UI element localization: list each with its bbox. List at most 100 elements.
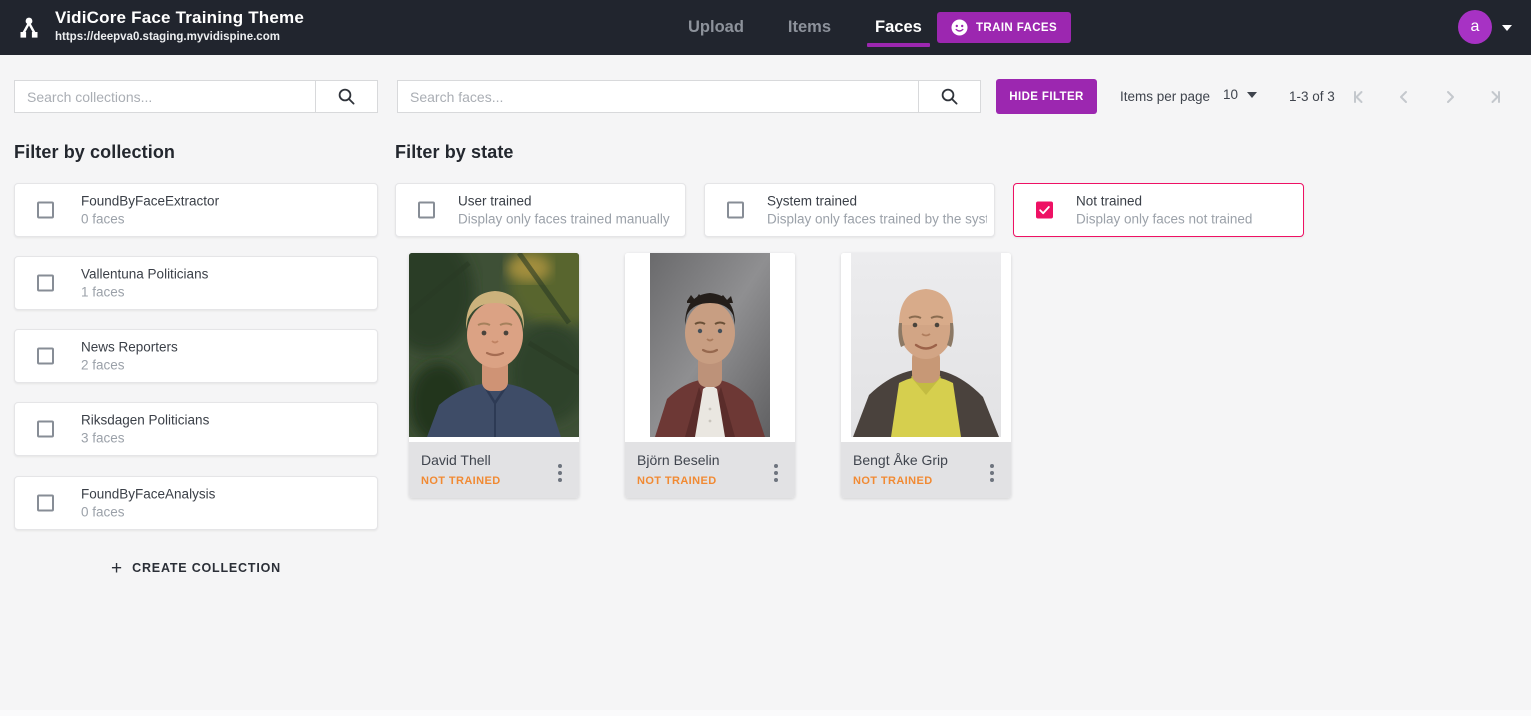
face-menu-kebab-icon[interactable] xyxy=(549,460,571,486)
face-card[interactable]: Bengt Åke Grip NOT TRAINED xyxy=(841,253,1011,498)
nav-tab-items[interactable]: Items xyxy=(784,2,835,53)
face-card[interactable]: Björn Beselin NOT TRAINED xyxy=(625,253,795,498)
face-card-footer: Bengt Åke Grip NOT TRAINED xyxy=(841,442,1011,498)
previous-page-button[interactable] xyxy=(1394,87,1414,107)
search-collections-input[interactable] xyxy=(15,81,315,112)
state-desc: Display only faces not trained xyxy=(1076,212,1252,227)
collection-name: Riksdagen Politicians xyxy=(81,413,209,428)
state-checkbox[interactable] xyxy=(727,202,744,219)
collection-count: 0 faces xyxy=(81,505,215,520)
state-text: Not trained Display only faces not train… xyxy=(1076,194,1252,227)
active-tab-underline xyxy=(867,43,930,47)
face-name: David Thell xyxy=(421,452,567,468)
face-card[interactable]: David Thell NOT TRAINED xyxy=(409,253,579,498)
checkmark-icon xyxy=(1038,204,1051,217)
app-header: VidiCore Face Training Theme https://dee… xyxy=(0,0,1531,55)
collection-name: FoundByFaceExtractor xyxy=(81,194,219,209)
avatar-menu-caret-icon[interactable] xyxy=(1502,25,1512,31)
collection-count: 1 faces xyxy=(81,285,208,300)
nav-tab-faces[interactable]: Faces xyxy=(871,2,926,53)
create-collection-button[interactable]: + CREATE COLLECTION xyxy=(14,556,378,580)
nav-tab-upload[interactable]: Upload xyxy=(684,2,748,53)
collection-count: 2 faces xyxy=(81,358,178,373)
face-photo-bengt-ake-grip xyxy=(841,253,1011,437)
first-page-button[interactable] xyxy=(1349,87,1369,107)
face-status: NOT TRAINED xyxy=(853,475,999,487)
face-menu-kebab-icon[interactable] xyxy=(765,460,787,486)
main-nav: Upload Items Faces xyxy=(684,0,926,55)
collections-search-box xyxy=(14,80,378,113)
face-card-footer: Björn Beselin NOT TRAINED xyxy=(625,442,795,498)
face-name: Bengt Åke Grip xyxy=(853,452,999,468)
collections-heading: Filter by collection xyxy=(14,142,175,163)
collection-name: Vallentuna Politicians xyxy=(81,267,208,282)
state-heading: Filter by state xyxy=(395,142,514,163)
user-avatar[interactable]: a xyxy=(1458,10,1492,44)
next-page-button[interactable] xyxy=(1440,87,1460,107)
state-text: System trained Display only faces traine… xyxy=(767,194,987,227)
face-status: NOT TRAINED xyxy=(637,475,783,487)
collection-name: FoundByFaceAnalysis xyxy=(81,487,215,502)
state-card-system-trained[interactable]: System trained Display only faces traine… xyxy=(704,183,995,237)
collection-count: 3 faces xyxy=(81,431,209,446)
pagination-range: 1-3 of 3 xyxy=(1289,89,1335,104)
collection-card[interactable]: Vallentuna Politicians 1 faces xyxy=(14,256,378,310)
collection-card[interactable]: News Reporters 2 faces xyxy=(14,329,378,383)
collection-checkbox[interactable] xyxy=(37,495,54,512)
collection-checkbox[interactable] xyxy=(37,348,54,365)
search-collections-button[interactable] xyxy=(315,81,377,112)
chevron-right-icon xyxy=(1440,87,1460,107)
last-page-icon xyxy=(1485,87,1505,107)
faces-search-box xyxy=(397,80,981,113)
first-page-icon xyxy=(1349,87,1369,107)
create-collection-label: CREATE COLLECTION xyxy=(132,561,281,575)
collection-checkbox[interactable] xyxy=(37,202,54,219)
search-icon xyxy=(337,87,356,106)
app-title: VidiCore Face Training Theme xyxy=(55,8,304,28)
collection-name: News Reporters xyxy=(81,340,178,355)
vidicore-hub-icon xyxy=(16,15,42,41)
collection-checkbox[interactable] xyxy=(37,275,54,292)
collection-text: Riksdagen Politicians 3 faces xyxy=(81,413,209,446)
items-per-page-select[interactable]: 10 xyxy=(1223,87,1257,102)
face-name: Björn Beselin xyxy=(637,452,783,468)
items-per-page-label: Items per page xyxy=(1120,89,1210,104)
collection-card[interactable]: FoundByFaceAnalysis 0 faces xyxy=(14,476,378,530)
last-page-button[interactable] xyxy=(1485,87,1505,107)
face-photo-bjorn-beselin xyxy=(625,253,795,437)
plus-icon: + xyxy=(111,559,122,578)
collection-checkbox[interactable] xyxy=(37,421,54,438)
state-card-not-trained[interactable]: Not trained Display only faces not train… xyxy=(1013,183,1304,237)
state-title: User trained xyxy=(458,194,670,209)
state-checkbox[interactable] xyxy=(418,202,435,219)
face-photo-david-thell xyxy=(409,253,579,437)
search-faces-input[interactable] xyxy=(398,81,918,112)
chevron-down-icon xyxy=(1247,92,1257,98)
face-training-page: VidiCore Face Training Theme https://dee… xyxy=(0,0,1531,716)
chevron-left-icon xyxy=(1394,87,1414,107)
face-menu-kebab-icon[interactable] xyxy=(981,460,1003,486)
face-card-footer: David Thell NOT TRAINED xyxy=(409,442,579,498)
items-per-page-value: 10 xyxy=(1223,87,1238,102)
collection-card[interactable]: FoundByFaceExtractor 0 faces xyxy=(14,183,378,237)
hide-filter-button[interactable]: HIDE FILTER xyxy=(996,79,1097,114)
app-url: https://deepva0.staging.myvidispine.com xyxy=(55,31,304,43)
state-card-user-trained[interactable]: User trained Display only faces trained … xyxy=(395,183,686,237)
state-desc: Display only faces trained by the syst… xyxy=(767,212,987,227)
face-status: NOT TRAINED xyxy=(421,475,567,487)
collection-text: Vallentuna Politicians 1 faces xyxy=(81,267,208,300)
collection-count: 0 faces xyxy=(81,212,219,227)
collection-text: FoundByFaceExtractor 0 faces xyxy=(81,194,219,227)
state-checkbox-checked[interactable] xyxy=(1036,202,1053,219)
bottom-scrollbar-track xyxy=(0,710,1531,716)
state-title: Not trained xyxy=(1076,194,1252,209)
collection-card[interactable]: Riksdagen Politicians 3 faces xyxy=(14,402,378,456)
search-faces-button[interactable] xyxy=(918,81,980,112)
state-text: User trained Display only faces trained … xyxy=(458,194,670,227)
search-icon xyxy=(940,87,959,106)
train-faces-button[interactable]: TRAIN FACES xyxy=(937,12,1071,43)
face-icon xyxy=(951,19,968,36)
state-title: System trained xyxy=(767,194,987,209)
app-title-block: VidiCore Face Training Theme https://dee… xyxy=(55,8,304,43)
collection-text: FoundByFaceAnalysis 0 faces xyxy=(81,487,215,520)
